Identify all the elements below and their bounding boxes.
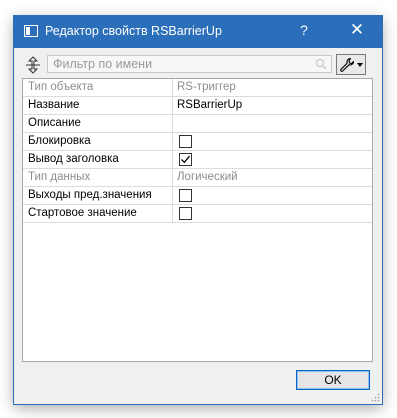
title-bar[interactable]: Редактор свойств RSBarrierUp ? ✕ <box>14 16 382 48</box>
filter-box <box>47 55 332 73</box>
close-button[interactable]: ✕ <box>346 20 368 40</box>
property-row-start-value: Стартовое значение <box>23 205 372 223</box>
prev-value-outputs-checkbox[interactable] <box>179 189 192 202</box>
window-title: Редактор свойств RSBarrierUp <box>45 24 222 38</box>
property-name: Описание <box>23 115 173 132</box>
property-row-lock: Блокировка <box>23 133 372 151</box>
property-row-object-type: Тип объекта RS-триггер <box>23 79 372 97</box>
search-icon <box>315 58 327 70</box>
resize-grip-icon[interactable] <box>370 392 380 402</box>
ok-button[interactable]: OK <box>296 370 370 390</box>
property-name: Выходы пред.значения <box>23 187 173 204</box>
property-name: Тип объекта <box>23 79 173 96</box>
property-grid: Тип объекта RS-триггер Название RSBarrie… <box>22 78 373 362</box>
filter-input[interactable] <box>48 56 318 72</box>
property-value: RS-триггер <box>177 81 236 93</box>
wrench-icon <box>339 57 355 73</box>
show-title-checkbox[interactable] <box>179 153 192 166</box>
property-row-data-type: Тип данных Логический <box>23 169 372 187</box>
lock-checkbox[interactable] <box>179 135 192 148</box>
property-name: Вывод заголовка <box>23 151 173 168</box>
start-value-checkbox[interactable] <box>179 207 192 220</box>
property-editor-window: Редактор свойств RSBarrierUp ? ✕ Фильтр … <box>14 16 382 404</box>
checkmark-icon <box>181 155 190 164</box>
property-name: Тип данных <box>23 169 173 186</box>
property-value: Логический <box>177 171 238 183</box>
tools-menu-button[interactable] <box>336 54 366 75</box>
property-name: Название <box>23 97 173 114</box>
filter-toolbar <box>22 54 374 76</box>
property-name: Стартовое значение <box>23 205 173 222</box>
property-name: Блокировка <box>23 133 173 150</box>
property-row-prev-value-outputs: Выходы пред.значения <box>23 187 372 205</box>
property-row-description[interactable]: Описание <box>23 115 372 133</box>
property-value[interactable]: RSBarrierUp <box>177 97 242 114</box>
help-button[interactable]: ? <box>294 22 314 38</box>
resize-icon[interactable] <box>24 56 42 74</box>
app-icon <box>24 25 38 37</box>
property-row-show-title: Вывод заголовка <box>23 151 372 169</box>
property-row-name[interactable]: Название RSBarrierUp <box>23 97 372 115</box>
dropdown-arrow-icon <box>357 63 363 67</box>
